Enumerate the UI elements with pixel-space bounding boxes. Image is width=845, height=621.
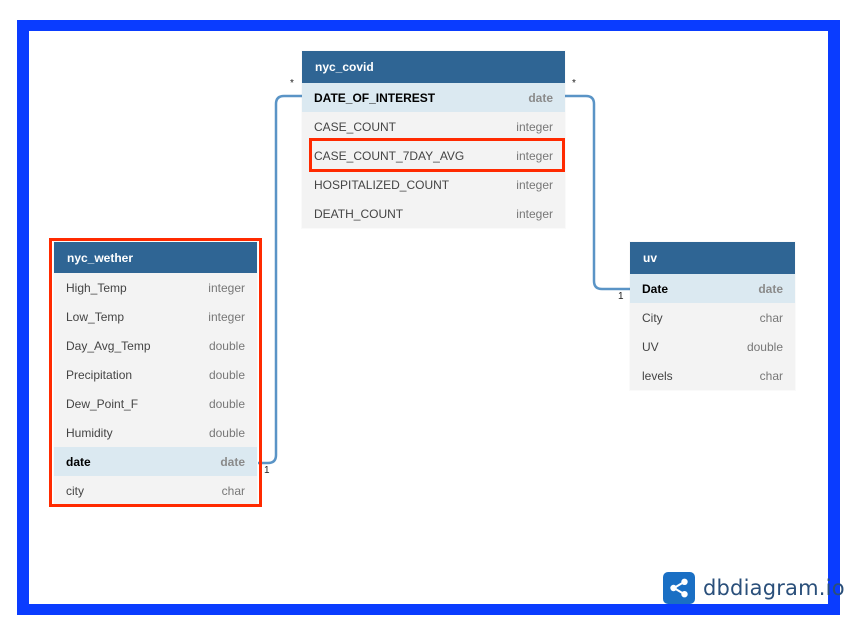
column-type: char [759,368,783,383]
column-type: double [746,339,783,354]
table-nyc-covid[interactable]: nyc_covid DATE_OF_INTEREST date CASE_COU… [302,51,565,228]
column-type: char [759,310,783,325]
column-type: integer [516,177,553,192]
relation-line-covid-uv [565,94,630,291]
table-row[interactable]: Humidity double [54,418,257,447]
table-row[interactable]: Precipitation double [54,360,257,389]
cardinality-weather-one: 1 [264,465,270,476]
table-row[interactable]: Low_Temp integer [54,302,257,331]
column-name: UV [642,339,659,354]
column-name: DATE_OF_INTEREST [314,90,436,105]
table-nyc-wether[interactable]: nyc_wether High_Temp integer Low_Temp in… [54,242,257,505]
table-row[interactable]: DEATH_COUNT integer [302,199,565,228]
table-row[interactable]: CASE_COUNT integer [302,112,565,141]
table-row[interactable]: levels char [630,361,795,390]
column-name: city [66,483,84,498]
table-row[interactable]: date date [54,447,257,476]
cardinality-covid-many-right: * [572,78,576,89]
column-type: integer [516,119,553,134]
column-name: HOSPITALIZED_COUNT [314,177,450,192]
column-name: CASE_COUNT [314,119,397,134]
table-row[interactable]: High_Temp integer [54,273,257,302]
column-type: date [758,281,783,296]
column-name: date [66,454,91,469]
column-type: date [220,454,245,469]
column-name: High_Temp [66,280,127,295]
table-row[interactable]: Dew_Point_F double [54,389,257,418]
column-type: integer [516,148,553,163]
table-row[interactable]: CASE_COUNT_7DAY_AVG integer [302,141,565,170]
column-name: Day_Avg_Temp [66,338,151,353]
column-type: double [208,367,245,382]
column-type: integer [208,280,245,295]
column-name: Precipitation [66,367,133,382]
column-name: CASE_COUNT_7DAY_AVG [314,148,465,163]
brand-name: dbdiagram.io [703,576,845,600]
table-header[interactable]: nyc_covid [302,51,565,83]
table-row[interactable]: Date date [630,274,795,303]
relation-line-covid-weather [258,94,302,465]
column-name: Humidity [66,425,113,440]
table-row[interactable]: UV double [630,332,795,361]
column-type: integer [516,206,553,221]
column-type: double [208,425,245,440]
table-uv[interactable]: uv Date date City char UV double levels … [630,242,795,390]
cardinality-uv-one: 1 [618,291,624,302]
table-header[interactable]: nyc_wether [54,242,257,273]
table-row[interactable]: city char [54,476,257,505]
dbdiagram-brand[interactable]: dbdiagram.io [663,572,845,604]
column-name: DEATH_COUNT [314,206,404,221]
column-name: Low_Temp [66,309,125,324]
column-type: double [208,396,245,411]
table-row[interactable]: DATE_OF_INTEREST date [302,83,565,112]
column-name: levels [642,368,673,383]
column-type: double [208,338,245,353]
column-type: integer [208,309,245,324]
share-nodes-icon [663,572,695,604]
column-type: date [528,90,553,105]
table-row[interactable]: City char [630,303,795,332]
table-header[interactable]: uv [630,242,795,274]
column-name: City [642,310,663,325]
table-row[interactable]: HOSPITALIZED_COUNT integer [302,170,565,199]
table-row[interactable]: Day_Avg_Temp double [54,331,257,360]
column-type: char [221,483,245,498]
cardinality-covid-many-left: * [290,78,294,89]
column-name: Dew_Point_F [66,396,139,411]
column-name: Date [642,281,669,296]
